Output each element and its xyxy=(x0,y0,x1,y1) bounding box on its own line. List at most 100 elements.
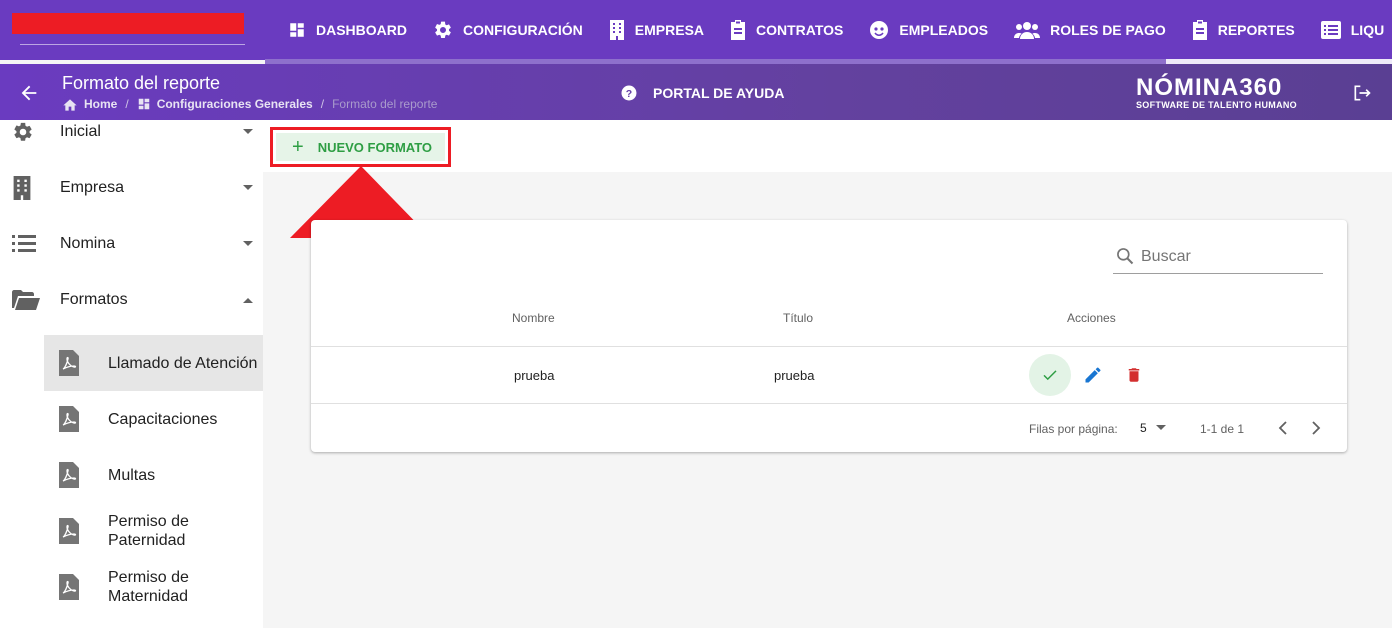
sidebar-subitem-label: Permiso de Maternidad xyxy=(108,568,189,606)
search-input[interactable] xyxy=(1141,244,1321,270)
logout-icon[interactable] xyxy=(1352,83,1372,103)
nav-roles-de-pago[interactable]: ROLES DE PAGO xyxy=(1001,0,1179,60)
new-format-label: NUEVO FORMATO xyxy=(317,139,433,155)
breadcrumb-separator: / xyxy=(125,97,129,111)
sidebar-item-inicial[interactable]: Inicial xyxy=(0,120,263,160)
breadcrumb-current: Formato del reporte xyxy=(332,97,438,111)
nav-empleados-label: EMPLEADOS xyxy=(899,22,989,38)
new-format-highlight: + NUEVO FORMATO xyxy=(270,127,451,167)
clipboard-icon xyxy=(1192,20,1207,40)
gear-icon xyxy=(14,122,32,141)
label-line-2: Maternidad xyxy=(108,588,189,605)
sidebar-item-label: Formatos xyxy=(60,291,128,308)
nav-configuracion[interactable]: CONFIGURACIÓN xyxy=(420,0,596,60)
building-icon xyxy=(13,176,31,200)
sidebar-item-nomina[interactable]: Nomina xyxy=(0,216,263,272)
sidebar-subitem-multas[interactable]: Multas xyxy=(44,447,263,503)
edit-pencil-icon[interactable] xyxy=(1083,365,1103,385)
label-line-1: Permiso de xyxy=(108,513,189,530)
label-line-2: Paternidad xyxy=(108,532,186,549)
sidebar-item-formatos[interactable]: Formatos xyxy=(0,272,263,328)
cell-nombre: prueba xyxy=(514,368,555,383)
top-navbar: DASHBOARD CONFIGURACIÓN EMPRESA CONTRATO… xyxy=(0,0,1392,60)
chevron-down-icon xyxy=(243,241,253,246)
nav-dashboard-label: DASHBOARD xyxy=(316,22,407,38)
breadcrumb-section[interactable]: Configuraciones Generales xyxy=(137,97,313,111)
chevron-up-icon xyxy=(243,298,253,303)
clipboard-icon xyxy=(731,20,746,40)
plus-icon: + xyxy=(292,136,304,158)
delete-trash-icon[interactable] xyxy=(1125,365,1143,385)
face-icon xyxy=(870,21,889,39)
sidebar: Inicial Empresa Nomina Formatos Llamado … xyxy=(0,120,263,628)
nav-dashboard[interactable]: DASHBOARD xyxy=(275,0,420,60)
sidebar-subitem-label: Multas xyxy=(108,467,156,484)
rows-per-page-value: 5 xyxy=(1140,421,1147,435)
chevron-down-icon xyxy=(1155,425,1166,430)
search-icon xyxy=(1117,248,1134,265)
logo-sub-text: SOFTWARE DE TALENTO HUMANO xyxy=(1136,100,1297,110)
list-icon xyxy=(12,235,36,252)
dashboard-icon xyxy=(290,23,304,37)
sidebar-item-label: Inicial xyxy=(60,123,101,140)
sidebar-subitem-capacitaciones[interactable]: Capacitaciones xyxy=(44,391,263,447)
nav-liquidaciones[interactable]: LIQU xyxy=(1308,0,1392,60)
column-header-nombre[interactable]: Nombre xyxy=(512,311,555,325)
sidebar-subitem-label: Capacitaciones xyxy=(108,411,218,428)
nav-liquidaciones-label: LIQU xyxy=(1350,22,1385,38)
help-portal-label: PORTAL DE AYUDA xyxy=(653,85,785,101)
chevron-right-icon[interactable] xyxy=(1308,419,1324,437)
help-portal-link[interactable]: ? PORTAL DE AYUDA xyxy=(620,84,784,102)
folder-open-icon xyxy=(12,290,40,310)
rows-per-page-label: Filas por página: xyxy=(1029,422,1118,436)
redacted-brand xyxy=(12,13,244,34)
brand-area xyxy=(0,0,265,60)
sidebar-item-empresa[interactable]: Empresa xyxy=(0,160,263,216)
approve-button[interactable] xyxy=(1029,354,1071,396)
pdf-file-icon xyxy=(59,518,79,544)
rows-per-page-select[interactable]: 5 xyxy=(1140,421,1167,435)
svg-text:?: ? xyxy=(626,88,632,100)
gear-icon xyxy=(435,21,451,38)
breadcrumb-separator: / xyxy=(320,97,325,111)
building-icon xyxy=(609,20,624,40)
nav-empresa-label: EMPRESA xyxy=(634,22,705,38)
formats-table-card: Nombre Título Acciones prueba prueba Fil… xyxy=(311,220,1347,452)
breadcrumb-section-label: Configuraciones Generales xyxy=(156,97,313,111)
nav-contratos[interactable]: CONTRATOS xyxy=(717,0,856,60)
sub-header: Formato del reporte Home / Configuracion… xyxy=(0,64,1392,120)
brand-divider xyxy=(20,44,245,45)
label-line-1: Permiso de xyxy=(108,569,189,586)
nav-reportes-label: REPORTES xyxy=(1217,22,1295,38)
sidebar-subitem-label: Permiso de Paternidad xyxy=(108,512,189,550)
sidebar-subitem-llamado-atencion[interactable]: Llamado de Atención xyxy=(44,335,263,391)
help-icon: ? xyxy=(621,85,637,101)
breadcrumb-home[interactable]: Home xyxy=(62,97,117,111)
main-nav: DASHBOARD CONFIGURACIÓN EMPRESA CONTRATO… xyxy=(275,0,1392,60)
search-field[interactable] xyxy=(1113,242,1323,274)
back-arrow-icon[interactable] xyxy=(18,82,40,104)
nav-empresa[interactable]: EMPRESA xyxy=(596,0,717,60)
chevron-down-icon xyxy=(243,129,253,134)
nav-configuracion-label: CONFIGURACIÓN xyxy=(463,22,583,38)
nav-reportes[interactable]: REPORTES xyxy=(1179,0,1308,60)
column-header-titulo[interactable]: Título xyxy=(783,311,813,325)
row-divider xyxy=(311,403,1347,404)
sidebar-subitem-label: Llamado de Atención xyxy=(108,355,258,372)
pdf-file-icon xyxy=(59,350,79,376)
dashboard-icon xyxy=(138,98,149,110)
new-format-button[interactable]: + NUEVO FORMATO xyxy=(276,133,445,161)
pdf-file-icon xyxy=(59,574,79,600)
sidebar-item-label: Empresa xyxy=(60,179,125,196)
header-divider xyxy=(311,346,1347,347)
chevron-left-icon[interactable] xyxy=(1275,419,1291,437)
sidebar-subitem-permiso-paternidad[interactable]: Permiso de Paternidad xyxy=(44,503,263,559)
nav-empleados[interactable]: EMPLEADOS xyxy=(856,0,1001,60)
pagination-range: 1-1 de 1 xyxy=(1200,422,1245,436)
nomina360-logo: NÓMINA360 SOFTWARE DE TALENTO HUMANO xyxy=(1136,74,1297,111)
nav-contratos-label: CONTRATOS xyxy=(756,22,844,38)
logo-main-text: NÓMINA360 xyxy=(1136,74,1283,101)
check-icon xyxy=(1043,370,1057,381)
sidebar-subitem-permiso-maternidad[interactable]: Permiso de Maternidad xyxy=(44,559,263,615)
breadcrumb-home-label: Home xyxy=(84,97,118,111)
